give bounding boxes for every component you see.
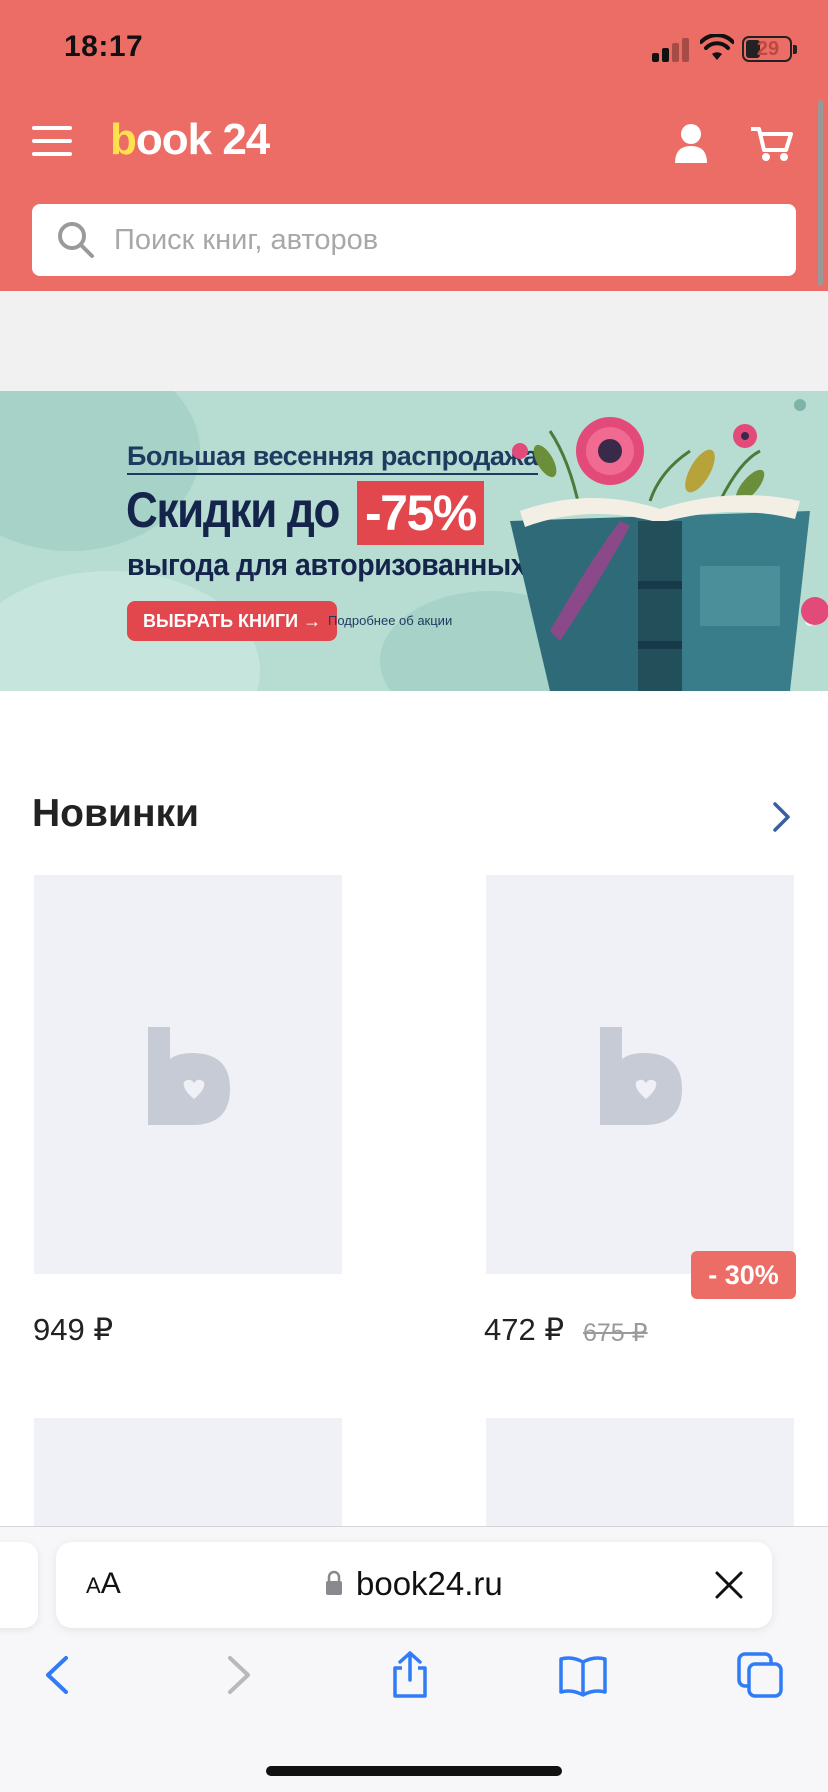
product-price: 949 ₽ bbox=[33, 1312, 114, 1347]
status-time: 18:17 bbox=[64, 30, 144, 63]
tabs-icon[interactable] bbox=[735, 1650, 785, 1700]
site-logo[interactable]: book 24 bbox=[110, 115, 270, 165]
battery-level: 29 bbox=[756, 38, 780, 60]
product-image-placeholder[interactable] bbox=[34, 875, 342, 1274]
search-bar[interactable] bbox=[32, 204, 796, 276]
banner-more-link[interactable]: Подробнее об акции bbox=[328, 613, 452, 628]
product-image-placeholder[interactable] bbox=[34, 1418, 342, 1538]
book24-logo-placeholder-icon bbox=[148, 1027, 230, 1125]
search-icon bbox=[58, 222, 94, 258]
wifi-icon bbox=[700, 34, 734, 60]
close-icon[interactable] bbox=[714, 1570, 744, 1600]
scrollbar[interactable] bbox=[818, 100, 823, 286]
product-image-placeholder[interactable] bbox=[486, 1418, 794, 1538]
book-flowers-illustration bbox=[510, 399, 828, 691]
banner-choose-books-button[interactable]: ВЫБРАТЬ КНИГИ → bbox=[127, 601, 338, 641]
banner-tagline: выгода для авторизованных bbox=[127, 547, 527, 582]
text-size-button[interactable]: AA bbox=[86, 1567, 121, 1601]
cart-icon[interactable] bbox=[751, 126, 793, 162]
book24-logo-placeholder-icon bbox=[600, 1027, 682, 1125]
address-bar[interactable]: AA book24.ru bbox=[56, 1542, 772, 1628]
banner-discount: -75% bbox=[357, 481, 484, 545]
top-spacer bbox=[0, 291, 828, 391]
chevron-right-icon[interactable] bbox=[770, 800, 794, 834]
lock-icon bbox=[326, 1570, 342, 1595]
search-input[interactable] bbox=[114, 218, 764, 262]
forward-icon[interactable] bbox=[212, 1650, 262, 1700]
banner-headline: Скидки до bbox=[126, 482, 340, 538]
discount-badge: - 30% bbox=[691, 1251, 796, 1299]
battery-icon: 29 bbox=[742, 36, 797, 62]
url-text: book24.ru bbox=[356, 1565, 503, 1602]
product-image-placeholder[interactable] bbox=[486, 875, 794, 1274]
logo-text: ook 24 bbox=[135, 115, 270, 164]
back-icon[interactable] bbox=[34, 1650, 84, 1700]
share-icon[interactable] bbox=[385, 1650, 435, 1700]
promo-banner[interactable]: Большая весенняя распродажа Скидки до -7… bbox=[0, 391, 828, 691]
bookmarks-icon[interactable] bbox=[558, 1650, 608, 1700]
product-old-price: 675 ₽ bbox=[583, 1319, 648, 1347]
home-indicator[interactable] bbox=[266, 1766, 562, 1776]
logo-b: b bbox=[110, 115, 137, 164]
section-title-new: Новинки bbox=[32, 792, 199, 835]
site-header: 18:17 29 book 24 bbox=[0, 0, 828, 291]
cellular-signal-icon bbox=[652, 38, 690, 62]
product-price: 472 ₽ bbox=[484, 1312, 565, 1347]
user-account-icon[interactable] bbox=[673, 123, 709, 163]
previous-tab-preview[interactable] bbox=[0, 1542, 38, 1628]
banner-subtitle: Большая весенняя распродажа bbox=[127, 441, 538, 475]
menu-button[interactable] bbox=[32, 126, 72, 156]
